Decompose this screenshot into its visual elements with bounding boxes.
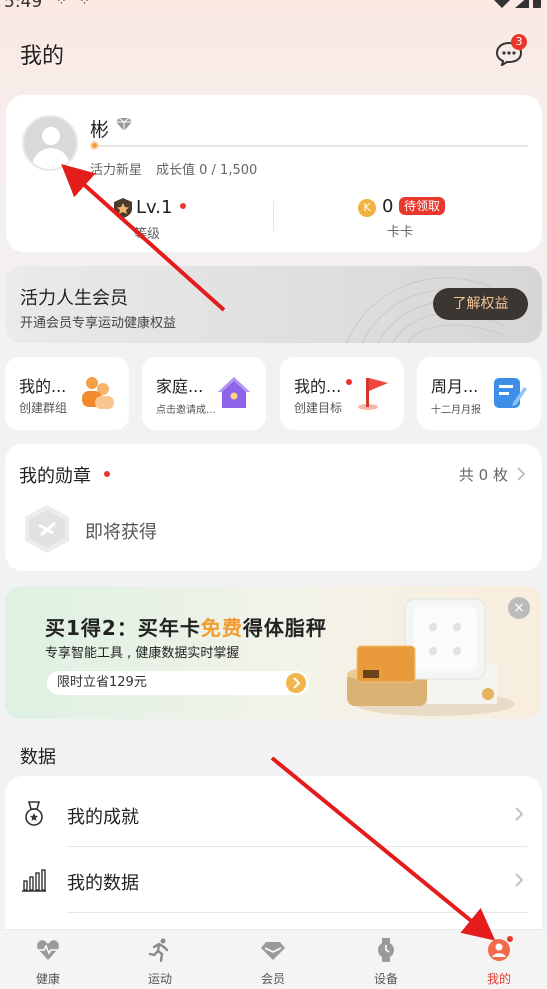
chevron-right-icon: [517, 467, 526, 481]
kaka-pending-badge[interactable]: 待领取: [399, 197, 446, 215]
body-fat-scale-illustration: [347, 598, 515, 716]
quick-card-family[interactable]: 家庭... 点击邀请成...: [142, 357, 266, 430]
bottom-tab-bar: 健康 运动 会员 设备 我的: [0, 929, 547, 989]
medals-card[interactable]: 我的勋章 共 0 枚 即将获得: [5, 444, 542, 571]
vip-diamond-icon: [116, 117, 132, 131]
quick-card-title: 家庭...: [156, 377, 204, 396]
flag-icon: [358, 378, 388, 410]
divider: [273, 201, 274, 231]
status-right: [493, 0, 541, 8]
profile-card: 彬 活力新星 成长值 0 / 1,500 Lv.1 等级 K 0 待领取 卡卡: [6, 95, 542, 252]
battery-icon: [533, 0, 541, 8]
list-item-label: 我的成就: [67, 807, 139, 828]
list-item-my-data[interactable]: 我的数据: [5, 847, 542, 913]
growth-progress-bar: [92, 145, 528, 147]
username[interactable]: 彬: [90, 115, 109, 142]
tab-me-red-dot: [507, 936, 513, 942]
medals-upcoming-text: 即将获得: [85, 522, 157, 543]
promo-banner[interactable]: 买1得2：买年卡免费得体脂秤 专享智能工具 , 健康数据实时掌握 限时立省129…: [5, 586, 542, 719]
member-banner[interactable]: 活力人生会员 开通会员专享运动健康权益 了解权益: [6, 266, 542, 343]
member-subtitle: 开通会员专享运动健康权益: [20, 316, 177, 331]
diamond-icon: [261, 942, 285, 960]
kaka-coin-icon: K: [358, 199, 376, 217]
page-title: 我的: [20, 44, 65, 69]
quick-card-title: 我的...: [19, 377, 67, 396]
level-red-dot: [180, 203, 186, 209]
medal-icon: [25, 801, 43, 826]
promo-close-button[interactable]: ×: [508, 597, 530, 619]
message-badge: 3: [511, 34, 527, 50]
level-name: 活力新星: [90, 163, 143, 178]
home-icon: [218, 377, 250, 408]
chevron-right-icon: [515, 807, 524, 821]
tab-sport[interactable]: 运动: [110, 930, 210, 989]
tab-label: 运动: [147, 972, 172, 986]
quick-card-subtitle: 十二月月报: [431, 405, 481, 416]
quick-card-report[interactable]: 周月... 十二月月报: [417, 357, 541, 430]
member-title: 活力人生会员: [20, 288, 128, 309]
report-icon: [494, 378, 527, 408]
kaka-label: 卡卡: [387, 225, 414, 240]
promo-arrow-icon[interactable]: [286, 673, 306, 693]
quick-card-title: 我的...: [294, 377, 342, 396]
avatar[interactable]: [22, 115, 78, 171]
promo-subtitle: 专享智能工具 , 健康数据实时掌握: [45, 646, 240, 661]
promo-title: 买1得2：买年卡免费得体脂秤: [45, 616, 327, 640]
group-icon: [82, 377, 114, 409]
profile-icon: [488, 939, 510, 961]
quick-access-row: 我的... 创建群组 家庭... 点击邀请成... 我的... 创建目标 周月.…: [5, 357, 542, 430]
notification-icons: ⁘ ⁘: [56, 0, 94, 9]
tab-me[interactable]: 我的: [449, 930, 547, 989]
growth-value: 成长值 0 / 1,500: [156, 163, 258, 178]
list-item-label: 我的数据: [67, 873, 139, 894]
level-label: 等级: [134, 227, 161, 242]
quick-card-group[interactable]: 我的... 创建群组: [5, 357, 129, 430]
status-bar: 5:49 ⁘ ⁘: [0, 0, 547, 18]
tab-health[interactable]: 健康: [0, 930, 98, 989]
promo-discount-pill[interactable]: 限时立省129元: [47, 671, 309, 695]
medals-title: 我的勋章: [19, 466, 91, 487]
quick-card-subtitle: 创建目标: [294, 401, 343, 415]
goal-red-dot: [346, 379, 352, 385]
tab-membership[interactable]: 会员: [223, 930, 323, 989]
chevron-right-icon: [515, 873, 524, 887]
status-time: 5:49: [4, 0, 43, 12]
data-section-title: 数据: [20, 747, 56, 768]
wifi-icon: [494, 0, 510, 8]
growth-progress-marker: [90, 141, 99, 150]
learn-benefits-button[interactable]: 了解权益: [433, 288, 528, 320]
kaka-count[interactable]: 0: [382, 196, 393, 217]
heart-icon: [37, 940, 59, 960]
tab-label: 健康: [35, 972, 60, 986]
data-card: 我的成就 我的数据: [5, 776, 542, 936]
quick-card-subtitle: 创建群组: [19, 401, 68, 415]
tab-devices[interactable]: 设备: [336, 930, 436, 989]
signal-icon: [515, 0, 529, 8]
tab-label: 会员: [260, 972, 285, 986]
run-icon: [148, 938, 169, 962]
medals-red-dot: [104, 471, 110, 477]
medal-placeholder-icon: [25, 505, 69, 553]
level-value: Lv.1: [136, 197, 173, 218]
bar-chart-icon: [22, 869, 46, 892]
level-shield-icon: [114, 198, 132, 218]
medals-count: 共 0 枚: [458, 466, 508, 484]
divider: [67, 912, 527, 913]
tab-label: 我的: [486, 972, 511, 986]
quick-card-goal[interactable]: 我的... 创建目标: [280, 357, 404, 430]
tab-label: 设备: [373, 972, 398, 986]
quick-card-subtitle: 点击邀请成...: [156, 405, 216, 416]
list-item-achievements[interactable]: 我的成就: [5, 781, 542, 847]
quick-card-title: 周月...: [431, 377, 479, 396]
watch-icon: [378, 938, 394, 962]
